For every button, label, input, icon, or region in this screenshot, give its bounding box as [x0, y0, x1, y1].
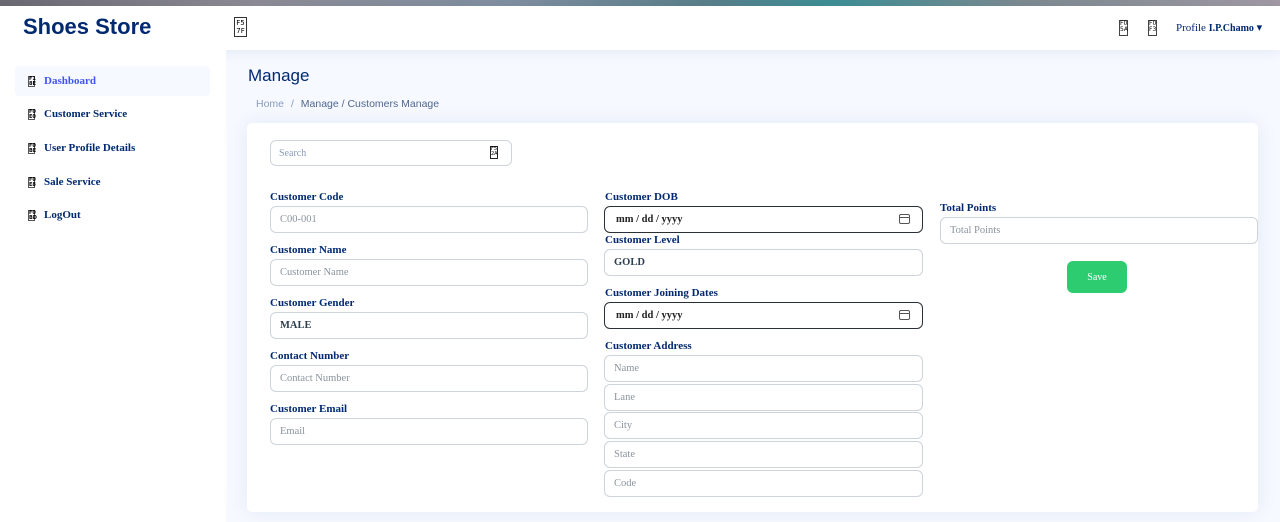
address-code-field[interactable]: Code: [604, 470, 923, 497]
page-title: Manage: [248, 66, 310, 85]
customer-address-label: Customer Address: [605, 340, 692, 352]
chevron-down-icon: ▾: [1256, 22, 1263, 34]
customer-gender-label: Customer Gender: [270, 297, 355, 309]
user-profile-icon: F0 BE: [28, 142, 37, 154]
sidebar-item-label: LogOut: [44, 209, 81, 221]
top-header: Shoes Store F5 7F F0 5A F0 F3 Profile I.…: [0, 6, 1280, 50]
user-name: I.P.Chamo: [1208, 23, 1254, 34]
logout-icon: F0 BD: [28, 209, 37, 221]
address-lane-field[interactable]: Lane: [604, 384, 923, 411]
sidebar-item-label: Sale Service: [44, 176, 101, 188]
sale-service-icon: F0 E8: [28, 176, 36, 188]
sidebar-item-customer-service[interactable]: F0 E0 Customer Service: [15, 99, 210, 129]
menu-toggle-icon[interactable]: F5 7F: [234, 17, 247, 37]
search-input[interactable]: Search F5 2A: [270, 140, 512, 166]
breadcrumb-home[interactable]: Home: [256, 98, 284, 110]
customer-name-field[interactable]: Customer Name: [270, 259, 588, 286]
profile-dropdown[interactable]: Profile I.P.Chamo ▾: [1176, 21, 1262, 34]
customer-name-label: Customer Name: [270, 244, 347, 256]
calendar-icon[interactable]: [899, 214, 910, 224]
contact-number-field[interactable]: Contact Number: [270, 365, 588, 392]
sidebar-item-user-profile-details[interactable]: F0 BE User Profile Details: [15, 133, 210, 163]
address-state-field[interactable]: State: [604, 441, 923, 468]
sidebar-item-label: Dashboard: [44, 75, 96, 87]
sidebar-item-sale-service[interactable]: F0 E8 Sale Service: [15, 167, 210, 197]
total-points-field[interactable]: Total Points: [940, 217, 1258, 244]
sidebar-item-logout[interactable]: F0 BD LogOut: [15, 200, 210, 230]
total-points-label: Total Points: [940, 202, 997, 214]
joining-dates-label: Customer Joining Dates: [605, 287, 718, 299]
sidebar-item-label: Customer Service: [44, 108, 128, 120]
customer-code-field[interactable]: C00-001: [270, 206, 588, 233]
sidebar: F1 8E Dashboard F0 E0 Customer Service F…: [0, 50, 226, 522]
search-icon[interactable]: F5 2A: [490, 146, 498, 159]
joining-dates-value: mm / dd / yyyy: [616, 310, 683, 321]
customer-dob-field[interactable]: mm / dd / yyyy: [604, 206, 923, 233]
breadcrumb-current: Manage / Customers Manage: [300, 98, 440, 110]
customer-dob-value: mm / dd / yyyy: [616, 214, 683, 225]
profile-label: Profile: [1176, 22, 1206, 34]
customer-email-label: Customer Email: [270, 403, 348, 415]
search-placeholder: Search: [279, 148, 307, 159]
brand-logo[interactable]: Shoes Store: [23, 14, 151, 40]
message-icon[interactable]: F0 F3: [1148, 20, 1157, 36]
sidebar-item-label: User Profile Details: [44, 142, 136, 154]
breadcrumb-separator: /: [290, 98, 294, 110]
customer-gender-field[interactable]: MALE: [270, 312, 588, 339]
customer-code-label: Customer Code: [270, 191, 344, 203]
breadcrumb: Home / Manage / Customers Manage: [256, 98, 439, 110]
save-button[interactable]: Save: [1067, 261, 1127, 293]
dashboard-icon: F1 8E: [28, 75, 36, 87]
customer-service-icon: F0 E0: [28, 108, 36, 120]
address-city-field[interactable]: City: [604, 412, 923, 439]
customer-level-field[interactable]: GOLD: [604, 249, 923, 276]
calendar-icon[interactable]: [899, 310, 910, 320]
contact-number-label: Contact Number: [270, 350, 350, 362]
sidebar-item-dashboard[interactable]: F1 8E Dashboard: [15, 66, 210, 96]
customer-email-field[interactable]: Email: [270, 418, 588, 445]
address-name-field[interactable]: Name: [604, 355, 923, 382]
joining-dates-field[interactable]: mm / dd / yyyy: [604, 302, 923, 329]
customer-level-label: Customer Level: [605, 234, 680, 246]
customer-dob-label: Customer DOB: [605, 191, 678, 203]
notification-icon[interactable]: F0 5A: [1119, 20, 1128, 36]
